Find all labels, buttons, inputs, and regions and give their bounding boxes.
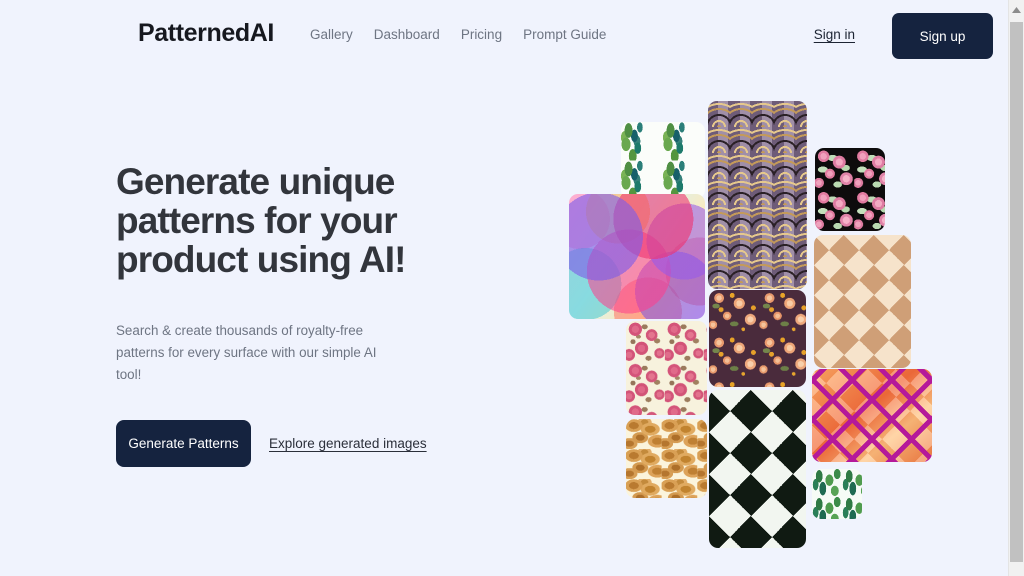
scroll-up-arrow-icon[interactable]: [1009, 0, 1024, 20]
scrollbar-thumb[interactable]: [1010, 22, 1023, 562]
pattern-tile-green-leaves-small[interactable]: [812, 469, 862, 519]
pattern-tile-magenta-lattice[interactable]: [812, 369, 932, 462]
pattern-tile-pink-roses-black[interactable]: [815, 148, 885, 231]
page-canvas: PatternedAI Gallery Dashboard Pricing Pr…: [0, 0, 1008, 576]
pattern-tile-golden-pebbles[interactable]: [626, 419, 707, 498]
pattern-collage: [0, 0, 1008, 576]
pattern-tile-roses-cream[interactable]: [626, 321, 707, 415]
pattern-tile-art-deco-fan[interactable]: [708, 101, 807, 289]
pattern-tile-rainbow-circles[interactable]: [569, 194, 705, 319]
pattern-tile-gold-diamond-maze[interactable]: [814, 235, 911, 368]
pattern-tile-watercolor-leaves[interactable]: [621, 122, 705, 199]
page-scrollbar[interactable]: [1008, 0, 1024, 576]
pattern-tile-ikat-diamonds[interactable]: [709, 390, 806, 548]
pattern-tile-plum-floral[interactable]: [709, 290, 806, 387]
